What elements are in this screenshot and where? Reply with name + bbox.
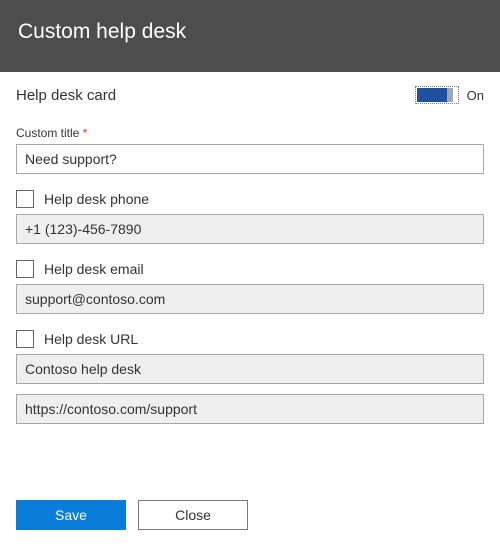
- help-desk-card-label: Help desk card: [16, 87, 116, 104]
- close-button[interactable]: Close: [138, 500, 248, 530]
- help-desk-card-toggle[interactable]: [415, 86, 459, 104]
- toggle-handle: [447, 88, 453, 102]
- email-check-row: Help desk email: [16, 260, 484, 278]
- required-asterisk: *: [83, 126, 88, 140]
- toggle-state-label: On: [467, 88, 484, 103]
- toggle-fill: [417, 88, 447, 102]
- panel-footer: Save Close: [0, 460, 500, 550]
- url-checkbox[interactable]: [16, 330, 34, 348]
- url-check-row: Help desk URL: [16, 330, 484, 348]
- email-label: Help desk email: [44, 261, 144, 277]
- email-input[interactable]: [16, 284, 484, 314]
- toggle-track: [417, 88, 457, 102]
- url-title-input[interactable]: [16, 354, 484, 384]
- email-checkbox[interactable]: [16, 260, 34, 278]
- custom-title-input[interactable]: [16, 144, 484, 174]
- custom-title-label: Custom title *: [16, 126, 484, 140]
- close-button-label: Close: [175, 507, 211, 523]
- custom-title-label-text: Custom title: [16, 126, 79, 140]
- save-button[interactable]: Save: [16, 500, 126, 530]
- phone-label: Help desk phone: [44, 191, 149, 207]
- phone-checkbox[interactable]: [16, 190, 34, 208]
- help-desk-card-row: Help desk card On: [16, 86, 484, 104]
- url-input[interactable]: [16, 394, 484, 424]
- panel-content: Help desk card On Custom title * Help de…: [0, 72, 500, 460]
- toggle-wrap: On: [415, 86, 484, 104]
- panel-title: Custom help desk: [18, 20, 186, 43]
- save-button-label: Save: [55, 507, 87, 523]
- url-label: Help desk URL: [44, 331, 138, 347]
- phone-input[interactable]: [16, 214, 484, 244]
- phone-check-row: Help desk phone: [16, 190, 484, 208]
- panel-header: Custom help desk: [0, 0, 500, 72]
